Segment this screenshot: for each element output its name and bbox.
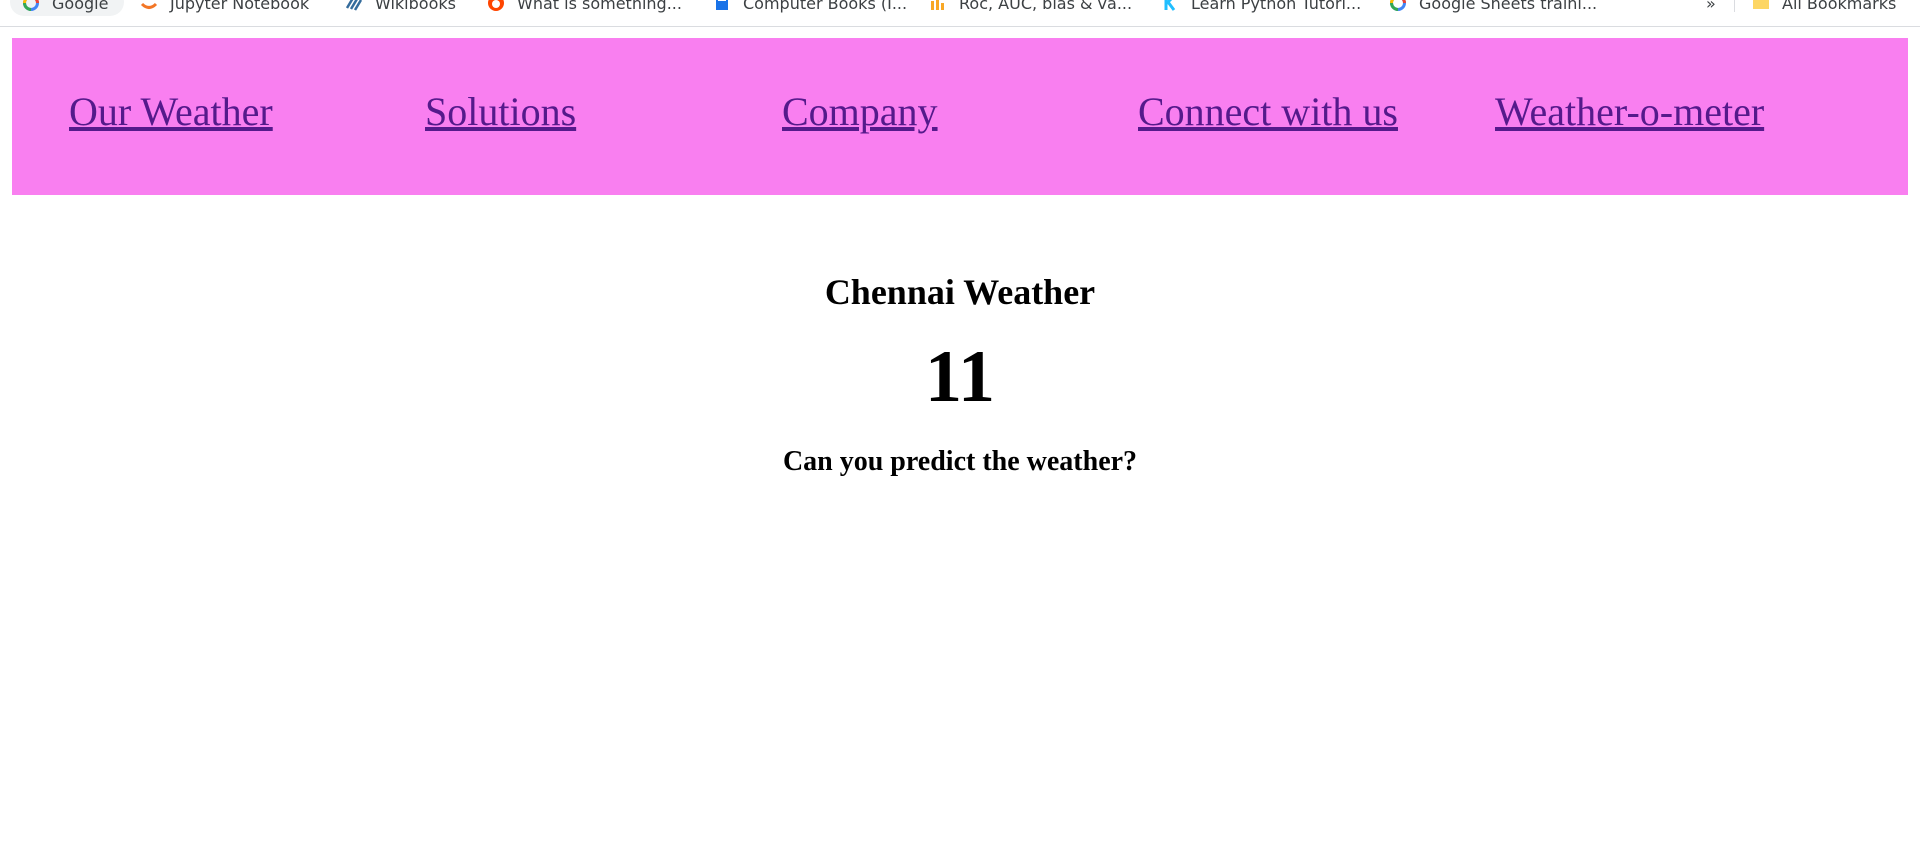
nav-link-our-weather[interactable]: Our Weather — [69, 92, 273, 132]
bookmark-label: Wikibooks — [375, 0, 456, 13]
bookmark-jupyter[interactable]: Jupyter Notebook — [140, 0, 309, 15]
google-icon — [22, 0, 40, 12]
bookmarks-divider — [1734, 0, 1735, 12]
all-bookmarks-button[interactable]: All Bookmarks — [1752, 0, 1896, 15]
reddit-icon — [487, 0, 505, 12]
bookmarks-overflow-button[interactable]: » — [1706, 0, 1716, 15]
overflow-chevron-icon: » — [1706, 0, 1716, 13]
nav-link-solutions[interactable]: Solutions — [425, 92, 576, 132]
main-navigation: Our Weather Solutions Company Connect wi… — [12, 38, 1908, 195]
bookmark-reddit[interactable]: What is something... — [487, 0, 682, 15]
folder-icon — [1752, 0, 1770, 12]
nav-link-company[interactable]: Company — [782, 92, 938, 132]
book-icon — [713, 0, 731, 12]
all-bookmarks-label: All Bookmarks — [1782, 0, 1897, 13]
chart-icon — [929, 0, 947, 12]
weather-content: Chennai Weather 11 Can you predict the w… — [0, 268, 1920, 480]
jupyter-icon — [140, 0, 158, 12]
bookmark-label: Google — [52, 0, 109, 13]
bookmark-wikibooks[interactable]: Wikibooks — [345, 0, 456, 15]
bookmark-roc-auc[interactable]: Roc, AUC, bias & va... — [929, 0, 1132, 15]
bookmark-label: Roc, AUC, bias & va... — [959, 0, 1133, 13]
bookmark-label: Computer Books (I... — [743, 0, 908, 13]
bookmark-label: Learn Python Tutori... — [1191, 0, 1362, 13]
kaggle-icon — [1161, 0, 1179, 12]
wikibooks-icon — [345, 0, 363, 12]
nav-link-weather-o-meter[interactable]: Weather-o-meter — [1495, 92, 1764, 132]
google-icon — [1389, 0, 1407, 12]
bookmark-google[interactable]: Google — [22, 0, 108, 15]
bookmark-label: Google Sheets traini... — [1419, 0, 1598, 13]
bookmark-label: What is something... — [517, 0, 682, 13]
bookmark-label: Jupyter Notebook — [170, 0, 310, 13]
bookmarks-bar: Google Jupyter Notebook Wikibooks What i… — [0, 0, 1920, 27]
weather-value: 11 — [925, 336, 995, 418]
nav-link-connect-with-us[interactable]: Connect with us — [1138, 92, 1398, 132]
bookmark-computer-books[interactable]: Computer Books (I... — [713, 0, 907, 15]
bookmark-google-sheets[interactable]: Google Sheets traini... — [1389, 0, 1597, 15]
prediction-question: Can you predict the weather? — [782, 446, 1138, 477]
bookmark-python-tutorial[interactable]: Learn Python Tutori... — [1161, 0, 1361, 15]
city-weather-title: Chennai Weather — [824, 272, 1096, 312]
